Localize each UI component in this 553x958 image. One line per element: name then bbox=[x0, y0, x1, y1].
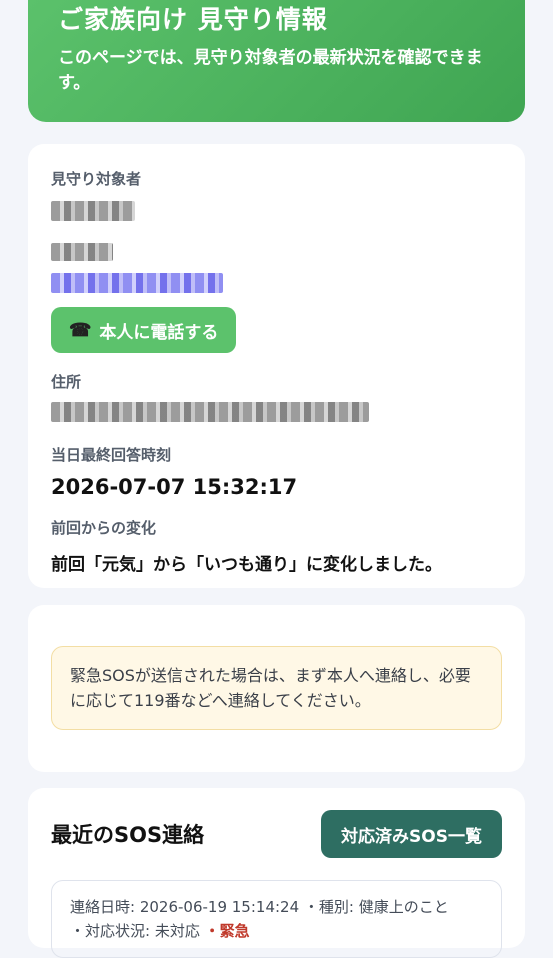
change-label: 前回からの変化 bbox=[51, 519, 157, 537]
urgent-badge: ・緊急 bbox=[204, 922, 250, 940]
page-title: ご家族向け 見守り情報 bbox=[58, 5, 328, 34]
address-label: 住所 bbox=[51, 373, 82, 391]
handled-sos-list-button[interactable]: 対応済みSOS一覧 bbox=[321, 810, 502, 858]
notice-card: 緊急SOSが送信された場合は、まず本人へ連絡し、必要に応じて119番などへ連絡し… bbox=[28, 605, 525, 772]
phone-link-redacted[interactable] bbox=[51, 273, 502, 297]
hero-banner: ご家族向け 見守り情報 このページでは、見守り対象者の最新状況を確認できます。 bbox=[28, 0, 525, 122]
page-description: このページでは、見守り対象者の最新状況を確認できます。 bbox=[58, 48, 483, 93]
person-name-redacted bbox=[51, 201, 502, 225]
call-person-button[interactable]: ☎ 本人に電話する bbox=[51, 307, 237, 353]
call-button-label: 本人に電話する bbox=[99, 322, 219, 342]
sos-datetime: 連絡日時: 2026-06-19 15:14:24 bbox=[70, 898, 300, 916]
sos-section-title: 最近のSOS連絡 bbox=[51, 823, 205, 847]
relation-redacted bbox=[51, 243, 502, 265]
sos-status: ・対応状況: 未対応 bbox=[70, 922, 200, 940]
change-text: 前回「元気」から「いつも通り」に変化しました。 bbox=[51, 555, 442, 575]
last-answer-time: 2026-07-07 15:32:17 bbox=[51, 475, 298, 499]
last-answer-label: 当日最終回答時刻 bbox=[51, 446, 172, 464]
sos-card: 最近のSOS連絡 対応済みSOS一覧 連絡日時: 2026-06-19 15:1… bbox=[28, 788, 525, 958]
person-card: 見守り対象者 ☎ 本人に電話する 住所 当日最終回答時刻 2026-07-07 … bbox=[28, 144, 525, 588]
address-redacted bbox=[51, 402, 502, 426]
person-label: 見守り対象者 bbox=[51, 170, 142, 188]
sos-notice: 緊急SOSが送信された場合は、まず本人へ連絡し、必要に応じて119番などへ連絡し… bbox=[51, 646, 502, 730]
sos-type: ・種別: 健康上のこと bbox=[303, 898, 449, 916]
list-item[interactable]: 連絡日時: 2026-06-19 15:14:24 ・種別: 健康上のこと ・対… bbox=[51, 880, 502, 958]
phone-icon: ☎ bbox=[69, 319, 92, 340]
